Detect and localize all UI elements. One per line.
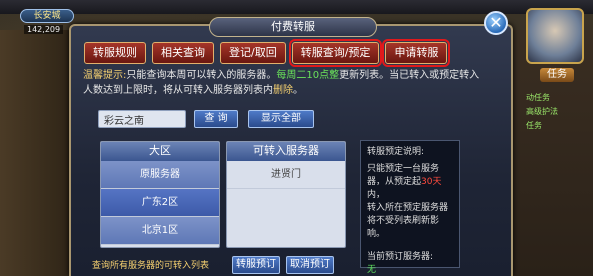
right-side-panel [512, 30, 593, 276]
reserve-button[interactable]: 转服预订 [232, 256, 280, 274]
dialog-title: 付费转服 [209, 17, 377, 37]
notice-delete: 删除 [273, 85, 293, 96]
region-list-header: 大区 [101, 142, 219, 161]
dialog-tabs: 转服规则 相关查询 登记/取回 转服查询/预定 申请转服 [84, 39, 453, 67]
tab-register-retrieve[interactable]: 登记/取回 [220, 42, 286, 64]
notice-part: 。 [293, 85, 303, 96]
server-search-input[interactable] [98, 110, 186, 128]
all-servers-link[interactable]: 查询所有服务器的可转入列表 [92, 258, 209, 271]
notice-prefix: 温馨提示: [83, 70, 127, 81]
cancel-reserve-button[interactable]: 取消预订 [286, 256, 334, 274]
side-quest-line[interactable]: 任务 [526, 120, 542, 131]
notice-time: 每周二10点整 [276, 70, 340, 81]
left-map-edge [0, 30, 70, 276]
info-line: 只能预定一台服务 [367, 164, 440, 174]
info-line: 器，从预定起30天内， [367, 177, 442, 200]
region-list-item[interactable]: 原服务器 [101, 161, 219, 189]
tab-related-query[interactable]: 相关查询 [152, 42, 214, 64]
city-name-badge[interactable]: 长安城 [20, 9, 74, 23]
notice-part: 只能查询本周可以转入的服务器。 [126, 70, 277, 81]
server-list-item[interactable]: 进贤门 [227, 161, 345, 189]
current-reserve-value: 无 [367, 265, 377, 275]
side-quest-line[interactable]: 高级护法 [526, 106, 558, 117]
info-title: 转服预定说明: [367, 147, 425, 157]
region-list-item[interactable]: 北京1区 [101, 217, 219, 245]
tab-transfer-rules[interactable]: 转服规则 [84, 42, 146, 64]
info-days: 30天 [421, 177, 442, 187]
player-portrait[interactable] [526, 8, 584, 64]
server-list-header: 可转入服务器 [227, 142, 345, 161]
region-list: 大区 原服务器 广东2区 北京1区 [100, 141, 220, 248]
map-coordinates: 142,209 [24, 25, 64, 34]
show-all-button[interactable]: 显示全部 [248, 110, 314, 128]
tab-transfer-query-reserve[interactable]: 转服查询/预定 [288, 39, 383, 67]
region-list-item-selected[interactable]: 广东2区 [101, 189, 219, 217]
query-button[interactable]: 查 询 [194, 110, 238, 128]
notice-text: 温馨提示:只能查询本周可以转入的服务器。每周二10点整更新列表。当已转入或预定转… [83, 68, 483, 98]
tab-apply-transfer[interactable]: 申请转服 [382, 39, 451, 67]
server-list: 可转入服务器 进贤门 [226, 141, 346, 248]
side-quest-line[interactable]: 动任务 [526, 92, 550, 103]
close-icon[interactable]: ✕ [484, 11, 508, 35]
info-line: 转入所在预定服务器 [367, 203, 449, 213]
reserve-info-panel: 转服预定说明: 只能预定一台服务 器，从预定起30天内， 转入所在预定服务器 将… [360, 140, 460, 275]
current-reserve-label: 当前预订服务器: [367, 252, 434, 262]
task-button[interactable]: 任务 [540, 68, 574, 82]
info-line: 将不受列表刷新影响。 [367, 216, 440, 239]
top-status-bar [0, 0, 593, 14]
